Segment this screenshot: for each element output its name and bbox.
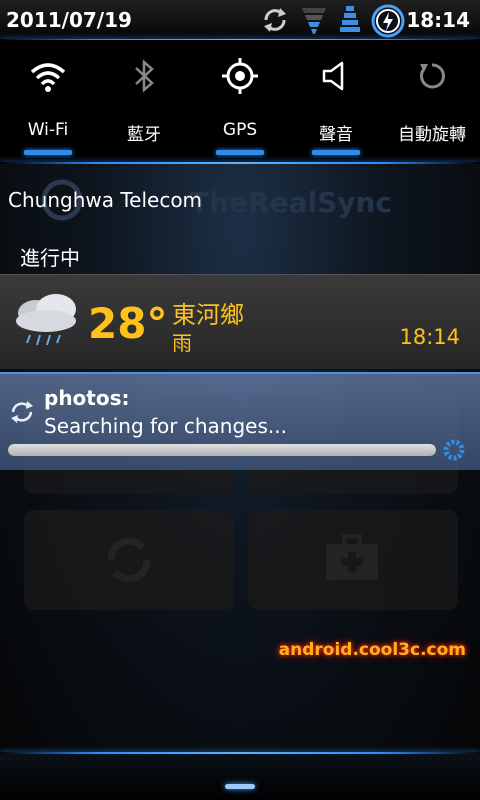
sync-progress-bar <box>8 444 436 456</box>
toggle-label: Wi-Fi <box>27 120 69 140</box>
sync-icon <box>11 401 33 423</box>
sync-message: Searching for changes... <box>44 414 287 438</box>
sync-icon <box>107 537 151 583</box>
spinner-icon <box>443 439 465 461</box>
progress-fill <box>8 444 436 456</box>
cell-signal-icon <box>340 6 360 32</box>
watermark-text: TheRealSync <box>190 186 392 219</box>
active-indicator <box>216 150 264 155</box>
toggle-sound[interactable]: 聲音 <box>288 40 384 162</box>
speaker-icon <box>322 61 344 91</box>
background-tile <box>24 510 234 610</box>
rotate-icon <box>420 63 445 89</box>
status-bar: 2011/07/19 18:14 <box>0 0 480 40</box>
site-watermark: android.cool3c.com <box>278 640 466 660</box>
wifi-signal-icon <box>302 8 326 34</box>
panel-drag-handle[interactable] <box>0 754 480 800</box>
quick-settings: Wi-Fi 藍牙 GPS 聲音 自動旋轉 <box>0 40 480 162</box>
toggle-wifi[interactable]: Wi-Fi <box>0 40 96 162</box>
sync-icon <box>264 8 286 32</box>
toggle-label: 藍牙 <box>127 125 161 145</box>
active-indicator <box>24 150 72 155</box>
active-indicator <box>312 150 360 155</box>
toggle-label: 自動旋轉 <box>398 125 466 145</box>
weather-location: 東河鄉 <box>172 301 244 329</box>
toggle-label: 聲音 <box>319 125 353 145</box>
weather-temperature: 28° <box>88 299 168 348</box>
battery-charging-icon <box>371 4 405 38</box>
weather-notification[interactable]: 28° 東河鄉 雨 18:14 <box>0 274 480 370</box>
ongoing-header: 進行中 <box>20 246 80 270</box>
status-date: 2011/07/19 <box>6 8 132 32</box>
sync-notification[interactable]: photos: Searching for changes... <box>0 372 480 470</box>
drag-grip[interactable] <box>225 784 255 789</box>
wifi-icon <box>30 63 66 92</box>
sync-title: photos: <box>44 386 130 410</box>
weather-time: 18:14 <box>399 325 460 349</box>
carrier-label: Chunghwa Telecom <box>8 188 203 212</box>
status-time: 18:14 <box>406 8 470 32</box>
bluetooth-icon <box>135 59 154 93</box>
rain-cloud-icon <box>16 294 76 346</box>
background-tile <box>248 510 458 610</box>
weather-condition: 雨 <box>172 331 192 355</box>
toggle-label: GPS <box>222 120 258 140</box>
toggle-auto-rotate[interactable]: 自動旋轉 <box>384 40 480 162</box>
gps-icon <box>222 58 258 94</box>
toggle-gps[interactable]: GPS <box>192 40 288 162</box>
first-aid-kit-icon <box>326 534 378 580</box>
toggle-bluetooth[interactable]: 藍牙 <box>96 40 192 162</box>
